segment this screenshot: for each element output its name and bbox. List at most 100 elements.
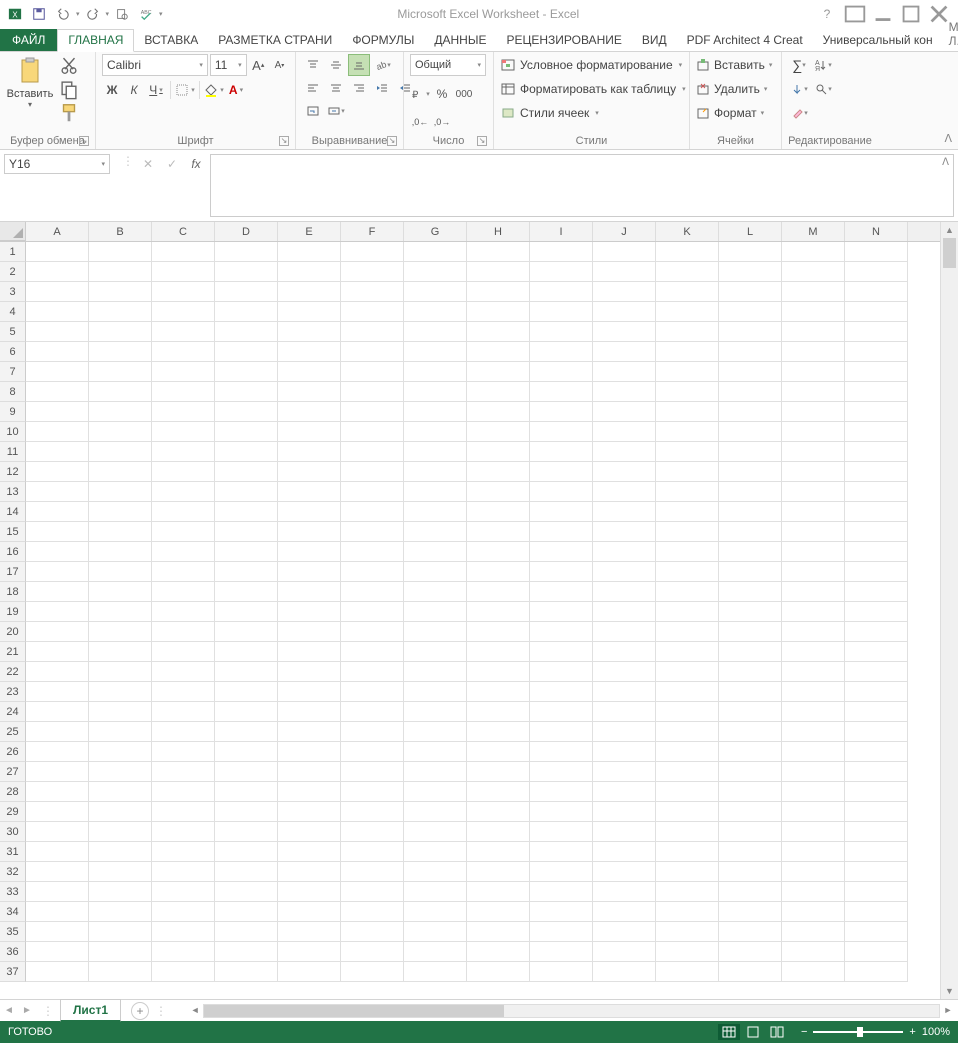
row-header-24[interactable]: 24 [0, 702, 26, 722]
cell-J35[interactable] [593, 922, 656, 942]
cell-K1[interactable] [656, 242, 719, 262]
row-header-20[interactable]: 20 [0, 622, 26, 642]
cell-C25[interactable] [152, 722, 215, 742]
row-header-14[interactable]: 14 [0, 502, 26, 522]
cell-I36[interactable] [530, 942, 593, 962]
underline-button[interactable]: Ч [146, 80, 166, 100]
cell-H9[interactable] [467, 402, 530, 422]
borders-icon[interactable] [175, 80, 195, 100]
cell-J7[interactable] [593, 362, 656, 382]
cell-M37[interactable] [782, 962, 845, 982]
bold-button[interactable]: Ж [102, 80, 122, 100]
normal-view-icon[interactable] [718, 1024, 740, 1040]
cell-B35[interactable] [89, 922, 152, 942]
cell-J18[interactable] [593, 582, 656, 602]
cell-N24[interactable] [845, 702, 908, 722]
cell-N37[interactable] [845, 962, 908, 982]
cell-A16[interactable] [26, 542, 89, 562]
cell-B19[interactable] [89, 602, 152, 622]
cell-F27[interactable] [341, 762, 404, 782]
zoom-out-icon[interactable]: − [801, 1026, 807, 1038]
cell-E20[interactable] [278, 622, 341, 642]
cell-J33[interactable] [593, 882, 656, 902]
cell-B15[interactable] [89, 522, 152, 542]
cell-G37[interactable] [404, 962, 467, 982]
cell-E12[interactable] [278, 462, 341, 482]
cell-N20[interactable] [845, 622, 908, 642]
row-header-34[interactable]: 34 [0, 902, 26, 922]
cell-B2[interactable] [89, 262, 152, 282]
cell-N10[interactable] [845, 422, 908, 442]
cell-A26[interactable] [26, 742, 89, 762]
row-header-12[interactable]: 12 [0, 462, 26, 482]
cell-C34[interactable] [152, 902, 215, 922]
cell-I2[interactable] [530, 262, 593, 282]
cell-G7[interactable] [404, 362, 467, 382]
row-header-1[interactable]: 1 [0, 242, 26, 262]
cell-G14[interactable] [404, 502, 467, 522]
cell-A25[interactable] [26, 722, 89, 742]
tab-page-layout[interactable]: РАЗМЕТКА СТРАНИ [208, 30, 342, 51]
row-header-10[interactable]: 10 [0, 422, 26, 442]
cell-K36[interactable] [656, 942, 719, 962]
cell-J12[interactable] [593, 462, 656, 482]
cell-L19[interactable] [719, 602, 782, 622]
cell-J5[interactable] [593, 322, 656, 342]
sort-filter-icon[interactable]: AЯ▾ [812, 54, 834, 76]
cell-H22[interactable] [467, 662, 530, 682]
cell-H7[interactable] [467, 362, 530, 382]
cell-M9[interactable] [782, 402, 845, 422]
cell-N4[interactable] [845, 302, 908, 322]
cell-H30[interactable] [467, 822, 530, 842]
cell-I21[interactable] [530, 642, 593, 662]
cell-B17[interactable] [89, 562, 152, 582]
cell-K12[interactable] [656, 462, 719, 482]
column-header-C[interactable]: C [152, 222, 215, 241]
cell-K2[interactable] [656, 262, 719, 282]
cell-I16[interactable] [530, 542, 593, 562]
row-header-13[interactable]: 13 [0, 482, 26, 502]
insert-cells-button[interactable]: Вставить▾ [696, 54, 772, 76]
cell-M2[interactable] [782, 262, 845, 282]
cell-E34[interactable] [278, 902, 341, 922]
column-header-A[interactable]: A [26, 222, 89, 241]
add-sheet-icon[interactable]: + [131, 1002, 149, 1020]
decrease-indent-icon[interactable] [371, 77, 393, 99]
cell-B36[interactable] [89, 942, 152, 962]
cell-E36[interactable] [278, 942, 341, 962]
sheet-nav-prev-icon[interactable]: ► [18, 1005, 36, 1016]
font-color-icon[interactable]: A [226, 80, 246, 100]
cell-H26[interactable] [467, 742, 530, 762]
cell-H19[interactable] [467, 602, 530, 622]
cell-L10[interactable] [719, 422, 782, 442]
cell-F37[interactable] [341, 962, 404, 982]
cell-K29[interactable] [656, 802, 719, 822]
cell-C14[interactable] [152, 502, 215, 522]
cell-J11[interactable] [593, 442, 656, 462]
cell-I35[interactable] [530, 922, 593, 942]
cell-F8[interactable] [341, 382, 404, 402]
cell-G12[interactable] [404, 462, 467, 482]
cell-K19[interactable] [656, 602, 719, 622]
cell-F30[interactable] [341, 822, 404, 842]
cell-N9[interactable] [845, 402, 908, 422]
cell-D33[interactable] [215, 882, 278, 902]
cell-M22[interactable] [782, 662, 845, 682]
row-header-21[interactable]: 21 [0, 642, 26, 662]
cell-B31[interactable] [89, 842, 152, 862]
cell-E6[interactable] [278, 342, 341, 362]
cell-E14[interactable] [278, 502, 341, 522]
cell-A17[interactable] [26, 562, 89, 582]
cell-K6[interactable] [656, 342, 719, 362]
redo-icon[interactable] [82, 3, 104, 25]
cell-N32[interactable] [845, 862, 908, 882]
cell-G16[interactable] [404, 542, 467, 562]
cell-K30[interactable] [656, 822, 719, 842]
cell-B8[interactable] [89, 382, 152, 402]
cell-N26[interactable] [845, 742, 908, 762]
cell-K26[interactable] [656, 742, 719, 762]
comma-format-icon[interactable]: 000 [454, 84, 474, 104]
cell-K5[interactable] [656, 322, 719, 342]
cell-F28[interactable] [341, 782, 404, 802]
cell-J37[interactable] [593, 962, 656, 982]
